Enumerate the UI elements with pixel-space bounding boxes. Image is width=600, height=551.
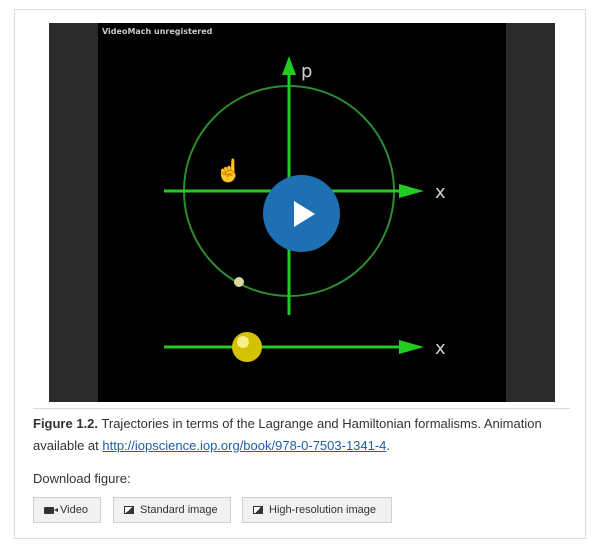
figure-label: Figure 1.2. bbox=[33, 416, 99, 431]
ball-highlight bbox=[237, 336, 249, 348]
video-player[interactable]: p x x VideoMach unregistered ☝ bbox=[49, 23, 555, 402]
play-icon bbox=[294, 201, 315, 227]
phase-point bbox=[234, 277, 244, 287]
download-video-label: Video bbox=[60, 504, 88, 516]
figure-caption: Figure 1.2. Trajectories in terms of the… bbox=[33, 413, 573, 457]
x-axis-top-label: x bbox=[435, 182, 446, 203]
download-label: Download figure: bbox=[33, 471, 131, 486]
book-link[interactable]: http://iopscience.iop.org/book/978-0-750… bbox=[102, 438, 386, 453]
download-standard-image-button[interactable]: Standard image bbox=[113, 497, 231, 523]
oscillating-ball bbox=[232, 332, 262, 362]
divider bbox=[33, 408, 570, 409]
image-icon bbox=[253, 506, 263, 514]
download-high-res-image-button[interactable]: High-resolution image bbox=[242, 497, 392, 523]
x-axis-top-arrow bbox=[399, 184, 424, 198]
play-button[interactable] bbox=[263, 175, 340, 252]
download-standard-label: Standard image bbox=[140, 504, 218, 516]
p-axis-label: p bbox=[301, 61, 312, 82]
image-icon bbox=[124, 506, 134, 514]
video-camera-icon bbox=[44, 506, 58, 514]
hand-cursor-icon: ☝ bbox=[215, 158, 243, 183]
x-axis-bottom-label: x bbox=[435, 338, 446, 359]
caption-end: . bbox=[386, 438, 391, 453]
download-video-button[interactable]: Video bbox=[33, 497, 101, 523]
download-highres-label: High-resolution image bbox=[269, 504, 376, 516]
watermark: VideoMach unregistered bbox=[102, 27, 213, 36]
x-axis-bottom-arrow bbox=[399, 340, 424, 354]
p-axis-arrow bbox=[282, 56, 296, 75]
